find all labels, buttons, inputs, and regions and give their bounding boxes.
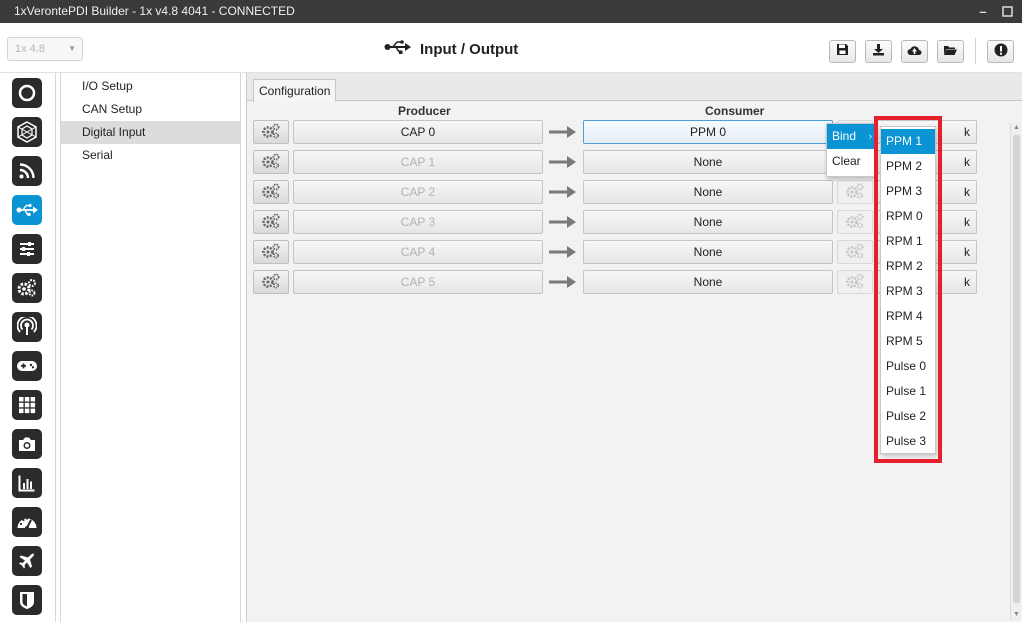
highlight-annotation: [874, 116, 942, 463]
gears-icon[interactable]: [12, 273, 42, 303]
menu-item-bind[interactable]: Bind ›: [827, 124, 875, 149]
producer-button[interactable]: CAP 1: [293, 150, 543, 174]
producer-column-header: Producer: [398, 104, 451, 118]
consumer-settings-button[interactable]: [837, 270, 873, 294]
arrow-right-icon: [549, 186, 576, 198]
producer-settings-button[interactable]: [253, 180, 289, 204]
shield-icon[interactable]: [12, 585, 42, 615]
producer-button[interactable]: CAP 0: [293, 120, 543, 144]
cloud-upload-icon: [907, 44, 922, 59]
usb-icon: [384, 39, 412, 59]
gears-icon: [261, 183, 281, 202]
version-select[interactable]: 1x 4.8 ▼: [7, 37, 83, 61]
save-button[interactable]: [829, 39, 856, 63]
app-header: 1x 4.8 ▼ Input / Output: [0, 23, 1022, 73]
window-controls: –: [976, 0, 1014, 23]
nav-item-digital-input[interactable]: Digital Input: [61, 121, 240, 144]
alert-icon: [994, 43, 1008, 60]
menu-item-label: Bind: [832, 129, 857, 143]
arrow-right-icon: [549, 156, 576, 168]
tab-strip: Configuration: [247, 73, 1022, 102]
consumer-settings-button[interactable]: [837, 180, 873, 204]
grid-icon[interactable]: [12, 390, 42, 420]
folder-open-icon: [943, 44, 958, 59]
nav-item-io-setup[interactable]: I/O Setup: [61, 75, 240, 98]
save-icon: [836, 43, 849, 59]
producer-button[interactable]: CAP 3: [293, 210, 543, 234]
page-title-text: Input / Output: [420, 40, 519, 58]
arrow-right-icon: [549, 246, 576, 258]
sphere-icon[interactable]: [12, 117, 42, 147]
header-toolbar: [829, 38, 1014, 64]
gears-icon: [845, 273, 865, 292]
gears-icon: [261, 213, 281, 232]
tab-configuration[interactable]: Configuration: [253, 79, 337, 102]
alert-button[interactable]: [987, 39, 1014, 63]
producer-settings-button[interactable]: [253, 240, 289, 264]
consumer-button[interactable]: None: [583, 240, 833, 264]
producer-settings-button[interactable]: [253, 210, 289, 234]
download-icon: [872, 43, 885, 59]
gears-icon: [261, 273, 281, 292]
consumer-settings-button[interactable]: [837, 240, 873, 264]
cloud-upload-button[interactable]: [901, 39, 928, 63]
version-value: 1x 4.8: [15, 43, 45, 55]
arrow-right-icon: [549, 276, 576, 288]
gears-icon: [261, 153, 281, 172]
consumer-button[interactable]: PPM 0: [583, 120, 833, 144]
camera-icon[interactable]: [12, 429, 42, 459]
arrow-right-icon: [549, 126, 576, 138]
chart-icon[interactable]: [12, 468, 42, 498]
scroll-up-icon[interactable]: ▲: [1011, 123, 1022, 133]
chevron-down-icon: ▼: [68, 44, 76, 53]
gears-icon: [845, 213, 865, 232]
broadcast-icon[interactable]: [12, 312, 42, 342]
arrow-right-icon: [549, 216, 576, 228]
open-folder-button[interactable]: [937, 39, 964, 63]
gamepad-icon[interactable]: [12, 351, 42, 381]
download-button[interactable]: [865, 39, 892, 63]
producer-button[interactable]: CAP 2: [293, 180, 543, 204]
consumer-button[interactable]: None: [583, 270, 833, 294]
minimize-icon[interactable]: –: [976, 4, 990, 19]
plane-icon[interactable]: [12, 546, 42, 576]
gears-icon: [845, 183, 865, 202]
chevron-right-icon: ›: [869, 131, 872, 141]
nav-item-serial[interactable]: Serial: [61, 144, 240, 167]
usb-icon[interactable]: [12, 195, 42, 225]
consumer-button[interactable]: None: [583, 180, 833, 204]
scroll-down-icon[interactable]: ▼: [1011, 610, 1022, 620]
maximize-icon[interactable]: [1000, 5, 1014, 19]
sliders-icon[interactable]: [12, 234, 42, 264]
page-title: Input / Output: [384, 36, 518, 62]
gears-icon: [261, 243, 281, 262]
gears-icon: [261, 123, 281, 142]
side-icon-bar: [0, 73, 56, 622]
consumer-button[interactable]: None: [583, 150, 833, 174]
producer-button[interactable]: CAP 4: [293, 240, 543, 264]
producer-settings-button[interactable]: [253, 270, 289, 294]
nav-item-can-setup[interactable]: CAN Setup: [61, 98, 240, 121]
vertical-scrollbar[interactable]: ▲ ▼: [1010, 123, 1021, 620]
context-menu: Bind › Clear: [826, 123, 876, 177]
producer-button[interactable]: CAP 5: [293, 270, 543, 294]
window-titlebar: 1xVerontePDI Builder - 1x v4.8 4041 - CO…: [0, 0, 1022, 23]
consumer-settings-button[interactable]: [837, 210, 873, 234]
toolbar-divider: [975, 38, 976, 64]
consumer-button[interactable]: None: [583, 210, 833, 234]
gears-icon: [845, 243, 865, 262]
producer-settings-button[interactable]: [253, 120, 289, 144]
menu-item-clear[interactable]: Clear: [827, 149, 875, 174]
consumer-column-header: Consumer: [705, 104, 765, 118]
scroll-thumb[interactable]: [1013, 135, 1020, 603]
window-title: 1xVerontePDI Builder - 1x v4.8 4041 - CO…: [14, 4, 295, 18]
power-icon[interactable]: [12, 78, 42, 108]
producer-settings-button[interactable]: [253, 150, 289, 174]
nav-panel: I/O Setup CAN Setup Digital Input Serial: [60, 73, 241, 622]
rss-icon[interactable]: [12, 156, 42, 186]
gauge-icon[interactable]: [12, 507, 42, 537]
